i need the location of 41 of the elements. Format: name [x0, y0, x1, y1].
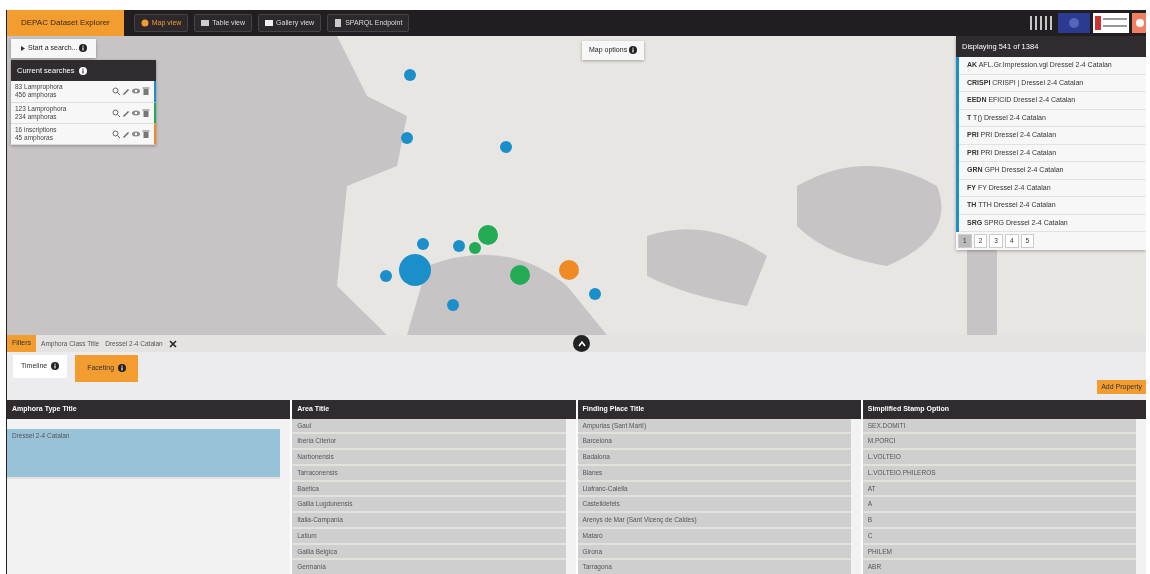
trash-icon	[142, 129, 150, 138]
map-marker[interactable]	[417, 238, 429, 250]
flag-logo-icon	[1132, 13, 1146, 33]
table-icon	[201, 19, 210, 27]
info-icon	[51, 362, 60, 371]
map-marker[interactable]	[478, 225, 498, 245]
database-icon	[334, 19, 343, 27]
globe-icon	[140, 19, 149, 27]
collapse-button[interactable]	[573, 335, 590, 352]
eye-icon	[132, 129, 140, 138]
search-icon	[112, 87, 120, 96]
info-icon	[79, 44, 88, 53]
search-icon	[112, 108, 120, 117]
eye-icon	[132, 87, 140, 96]
chevron-up-icon	[577, 339, 586, 348]
search-icon	[112, 129, 120, 138]
map-marker[interactable]	[500, 141, 512, 153]
close-icon	[168, 339, 177, 348]
map-marker[interactable]	[589, 288, 601, 300]
app-title: DEPAC Dataset Explorer	[7, 10, 124, 36]
map-marker[interactable]	[399, 254, 431, 286]
info-icon	[629, 46, 638, 55]
map-marker[interactable]	[469, 242, 481, 254]
info-icon	[118, 364, 127, 373]
trash-icon	[142, 108, 150, 117]
institution-logo-icon	[1093, 13, 1129, 33]
pencil-icon	[122, 108, 130, 117]
caret-icon	[20, 44, 26, 52]
info-icon	[78, 66, 87, 75]
striped-logo-icon	[1028, 13, 1055, 33]
close-button[interactable]	[168, 339, 177, 348]
map-marker[interactable]	[559, 260, 579, 280]
emblem-logo-icon	[1058, 13, 1090, 33]
map-marker[interactable]	[453, 240, 465, 252]
eye-icon	[132, 108, 140, 117]
pencil-icon	[122, 129, 130, 138]
map-marker[interactable]	[404, 69, 416, 81]
map-marker[interactable]	[380, 270, 392, 282]
pencil-icon	[122, 87, 130, 96]
image-icon	[265, 19, 274, 27]
trash-icon	[142, 87, 150, 96]
